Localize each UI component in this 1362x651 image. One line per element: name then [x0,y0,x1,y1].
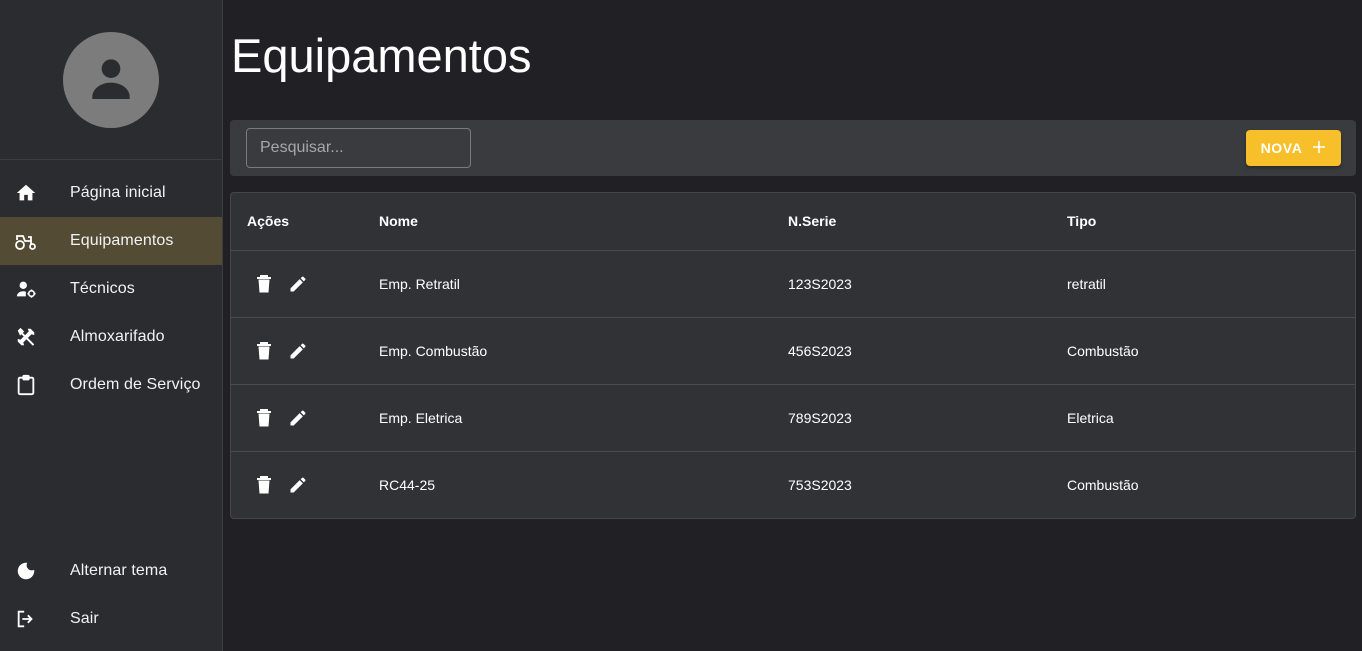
sidebar-item-label: Ordem de Serviço [70,376,201,393]
table-header-row: Ações Nome N.Serie Tipo [231,193,1355,251]
sidebar-item-label: Almoxarifado [70,328,165,345]
edit-icon[interactable] [286,406,310,430]
cell-tipo: retratil [1067,250,1355,318]
row-actions [231,451,379,518]
column-header-nome[interactable]: Nome [379,193,788,251]
clipboard-icon [14,373,38,397]
avatar[interactable] [63,32,159,128]
sidebar-item-pagina-inicial[interactable]: Página inicial [0,169,222,217]
table-row: Emp. Eletrica 789S2023 Eletrica [231,384,1355,452]
table-row: RC44-25 753S2023 Combustão [231,451,1355,518]
avatar-section [0,0,222,160]
sidebar: Página inicial Equipamentos Técnicos Alm… [0,0,223,651]
search-input[interactable] [246,128,471,168]
row-actions [231,384,379,452]
edit-icon[interactable] [286,339,310,363]
plus-icon [1312,140,1326,157]
sidebar-item-tecnicos[interactable]: Técnicos [0,265,222,313]
home-icon [14,181,38,205]
cell-nome: Emp. Combustão [379,317,788,385]
trash-icon[interactable] [252,406,276,430]
moon-icon [14,559,38,583]
column-header-acoes: Ações [231,193,379,251]
cell-nome: Emp. Retratil [379,250,788,318]
person-icon [83,50,139,111]
cell-nome: RC44-25 [379,476,436,493]
cell-tipo: Combustão [1067,476,1139,493]
toolbar: NOVA [230,120,1356,176]
new-button[interactable]: NOVA [1246,130,1341,166]
trash-icon[interactable] [252,473,276,497]
cell-serie: 456S2023 [788,317,1067,385]
edit-icon[interactable] [286,272,310,296]
toggle-theme-button[interactable]: Alternar tema [0,547,222,595]
cell-serie: 753S2023 [788,476,852,493]
sidebar-item-label: Técnicos [70,280,135,297]
column-header-serie[interactable]: N.Serie [788,193,1067,251]
sidebar-item-label: Equipamentos [70,232,174,249]
user-gear-icon [14,277,38,301]
cell-serie: 789S2023 [788,384,1067,452]
trash-icon[interactable] [252,272,276,296]
sidebar-item-label: Página inicial [70,184,166,201]
logout-button[interactable]: Sair [0,595,222,643]
sidebar-item-equipamentos[interactable]: Equipamentos [0,217,222,265]
table-row: Emp. Combustão 456S2023 Combustão [231,317,1355,385]
tractor-icon [14,229,38,253]
cell-serie: 123S2023 [788,250,1067,318]
table-row: Emp. Retratil 123S2023 retratil [231,250,1355,318]
cell-tipo: Combustão [1067,317,1355,385]
edit-icon[interactable] [286,473,310,497]
new-button-label: NOVA [1260,140,1303,156]
tools-icon [14,325,38,349]
page-title: Equipamentos [231,29,532,82]
sidebar-item-ordem-de-servico[interactable]: Ordem de Serviço [0,361,222,409]
row-actions [231,317,379,385]
logout-icon [14,607,38,631]
cell-nome: Emp. Eletrica [379,384,788,452]
equipment-table: Ações Nome N.Serie Tipo Emp. Retratil 12… [230,192,1356,519]
sidebar-item-almoxarifado[interactable]: Almoxarifado [0,313,222,361]
trash-icon[interactable] [252,339,276,363]
toggle-theme-label: Alternar tema [70,562,168,579]
column-header-tipo[interactable]: Tipo [1067,193,1355,251]
cell-tipo: Eletrica [1067,384,1355,452]
main-content: Equipamentos NOVA Ações Nome N.Serie Tip… [223,0,1362,651]
row-actions [231,250,379,318]
logout-label: Sair [70,610,99,627]
